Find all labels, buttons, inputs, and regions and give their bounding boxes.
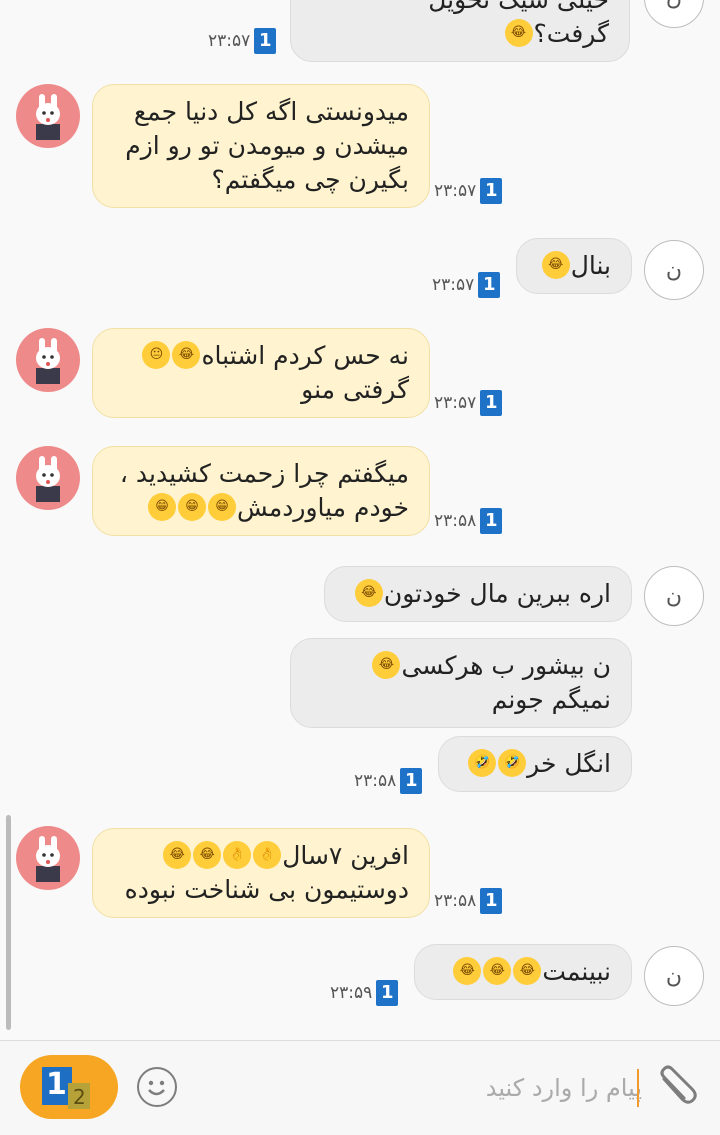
message-line: بنال (570, 251, 611, 280)
message-bubble[interactable]: ن بیشور ب هرکسی😂 نمیگم جونم (290, 638, 632, 728)
contact-avatar[interactable] (16, 84, 80, 148)
message-line: نه حس کردم اشتباه (201, 341, 409, 370)
message-time: ۲۳:۵۷ (208, 31, 251, 51)
contact-avatar[interactable] (16, 826, 80, 890)
grinning-emoji-icon: 😁 (177, 493, 206, 521)
contact-avatar[interactable] (16, 328, 80, 392)
contact-avatar[interactable]: ن (644, 240, 704, 300)
bunny-avatar-icon (36, 94, 60, 140)
grinning-emoji-icon: 😁 (147, 493, 176, 521)
message-bubble[interactable]: میدونستی اگه کل دنیا جمع میشدن و میومدن … (92, 84, 430, 208)
seen-badge-icon: 1 (376, 980, 399, 1006)
text-caret (637, 1069, 639, 1107)
message-bubble[interactable]: نه حس کردم اشتباه😂😐 گرفتی منو (92, 328, 430, 418)
message-bubble[interactable]: نبینمت😂😂😂 (414, 944, 632, 1000)
message-bubble[interactable]: خیلی شیک تحویل گرفت؟😂 (290, 0, 630, 62)
seen-badge-icon: 1 (478, 272, 501, 298)
message-line: دوستیمون بی شناخت نبوده (124, 875, 409, 904)
message-line: نمیگم جونم (491, 685, 611, 714)
message-line: میشدن و میومدن تو رو ازم (125, 131, 409, 160)
message-input[interactable] (440, 1065, 644, 1111)
rofl-emoji-icon: 🤣 (498, 749, 527, 777)
laughing-tears-emoji-icon: 😂 (504, 19, 533, 47)
message-time: ۲۳:۵۷ (434, 181, 477, 201)
message-time: ۲۳:۵۸ (354, 771, 397, 791)
contact-avatar[interactable]: ن (644, 566, 704, 626)
message-time: ۲۳:۵۸ (434, 511, 477, 531)
scrollbar[interactable] (6, 815, 11, 1030)
laughing-tears-emoji-icon: 😂 (541, 251, 570, 279)
message-line: افرین ۷سال (282, 841, 409, 870)
message-line: خیلی شیک تحویل (311, 0, 609, 17)
seen-badge-icon: 1 (480, 508, 503, 534)
message-meta: ۲۳:۵۷ 1 (208, 28, 277, 54)
contact-avatar[interactable]: ن (644, 0, 704, 28)
message-bubble[interactable]: بنال😂 (516, 238, 632, 294)
ok-hand-emoji-icon: 👌 (253, 841, 282, 869)
message-meta: ۲۳:۵۷ 1 (432, 272, 501, 298)
laughing-tears-emoji-icon: 😂 (513, 957, 542, 985)
laughing-tears-emoji-icon: 😂 (453, 957, 482, 985)
laughing-tears-emoji-icon: 😂 (172, 341, 201, 369)
bunny-avatar-icon (36, 338, 60, 384)
contact-avatar[interactable]: ن (644, 946, 704, 1006)
laughing-tears-emoji-icon: 😂 (163, 841, 192, 869)
laughing-tears-emoji-icon: 😂 (372, 651, 401, 679)
seen-badge-icon: 1 (480, 178, 503, 204)
message-bubble[interactable]: اره ببرین مال خودتون😂 (324, 566, 632, 622)
sticker-button[interactable]: 1 2 (20, 1055, 118, 1119)
message-time: ۲۳:۵۷ (434, 393, 477, 413)
message-line: خودم میاوردمش (236, 493, 409, 522)
message-composer: 1 2 (0, 1040, 720, 1135)
message-meta: ۲۳:۵۸ 1 (354, 768, 423, 794)
sticker-badge-small: 2 (73, 1085, 86, 1109)
laughing-tears-emoji-icon: 😂 (354, 579, 383, 607)
message-bubble[interactable]: میگفتم چرا زحمت کشیدید ، خودم میاوردمش😁😁… (92, 446, 430, 536)
laughing-tears-emoji-icon: 😂 (193, 841, 222, 869)
grinning-emoji-icon: 😁 (207, 493, 236, 521)
message-meta: ۲۳:۵۸ 1 (434, 508, 503, 534)
smiley-icon (148, 1080, 165, 1096)
message-bubble[interactable]: افرین ۷سال👌👌😂😂 دوستیمون بی شناخت نبوده (92, 828, 430, 918)
rofl-emoji-icon: 🤣 (468, 749, 497, 777)
message-line: میدونستی اگه کل دنیا جمع (133, 97, 409, 126)
laughing-tears-emoji-icon: 😂 (483, 957, 512, 985)
message-meta: ۲۳:۵۷ 1 (434, 390, 503, 416)
bunny-avatar-icon (36, 836, 60, 882)
contact-avatar[interactable] (16, 446, 80, 510)
message-line: بگیرن چی میگفتم؟ (211, 165, 410, 194)
message-time: ۲۳:۵۷ (432, 275, 475, 295)
ok-hand-emoji-icon: 👌 (223, 841, 252, 869)
sticker-badge: 1 (46, 1067, 67, 1102)
seen-badge-icon: 1 (480, 390, 503, 416)
message-time: ۲۳:۵۸ (434, 891, 477, 911)
sticker-icon (42, 1067, 90, 1109)
message-time: ۲۳:۵۹ (330, 983, 373, 1003)
message-line: میگفتم چرا زحمت کشیدید ، (119, 459, 409, 488)
message-line: نبینمت (542, 957, 611, 986)
seen-badge-icon: 1 (480, 888, 503, 914)
message-meta: ۲۳:۵۹ 1 (330, 980, 399, 1006)
bunny-avatar-icon (36, 456, 60, 502)
message-line: ن بیشور ب هرکسی (401, 651, 611, 680)
emoji-button[interactable] (137, 1067, 177, 1107)
chat-thread[interactable]: ن خیلی شیک تحویل گرفت؟😂 ۲۳:۵۷ 1 میدونستی… (0, 0, 720, 1040)
message-line: گرفتی منو (301, 375, 409, 404)
message-meta: ۲۳:۵۷ 1 (434, 178, 503, 204)
message-bubble[interactable]: انگل خر🤣🤣 (438, 736, 632, 792)
paperclip-icon[interactable] (652, 1061, 702, 1113)
seen-badge-icon: 1 (400, 768, 423, 794)
seen-badge-icon: 1 (254, 28, 277, 54)
neutral-face-emoji-icon: 😐 (142, 341, 171, 369)
message-line: گرفت؟ (533, 19, 609, 48)
message-meta: ۲۳:۵۸ 1 (434, 888, 503, 914)
message-line: اره ببرین مال خودتون (383, 579, 611, 608)
message-line: انگل خر (527, 749, 611, 778)
